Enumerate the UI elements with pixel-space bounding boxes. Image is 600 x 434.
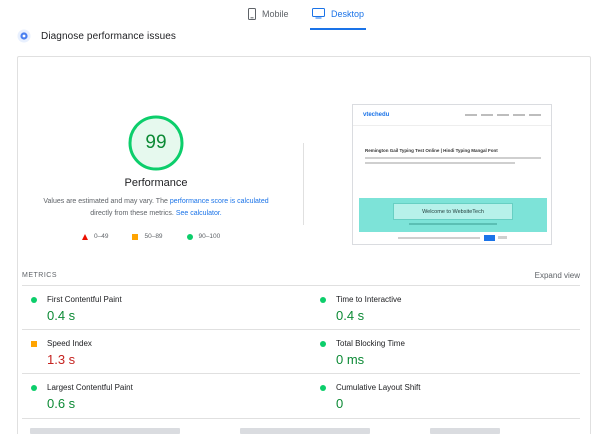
metric-name: Cumulative Layout Shift (336, 383, 421, 392)
screenshot-banner: Welcome to WebsiteTech (359, 198, 547, 232)
tab-desktop[interactable]: Desktop (312, 8, 364, 19)
good-status-icon (320, 341, 326, 347)
legend-average-label: 50–89 (144, 233, 163, 240)
good-status-icon (320, 385, 326, 391)
screenshot-heading: Remington Gail Typing Test Online | Hind… (365, 148, 498, 153)
performance-title: Performance (124, 177, 188, 189)
good-status-icon (320, 297, 326, 303)
metric-value: 0 ms (336, 352, 365, 367)
cutoff-info-item (430, 428, 500, 434)
metrics-divider (22, 285, 580, 286)
vertical-divider (303, 143, 304, 225)
see-calculator-link[interactable]: See calculator. (176, 210, 222, 217)
performance-score: 99 (145, 132, 167, 153)
metric-name: First Contentful Paint (47, 295, 122, 304)
score-legend: 0–49 50–89 90–100 (82, 233, 220, 240)
expand-view-button[interactable]: Expand view (535, 271, 580, 280)
tab-mobile-label: Mobile (262, 9, 289, 19)
legend-average: 50–89 (132, 233, 163, 240)
diagnose-title: Diagnose performance issues (41, 30, 176, 42)
good-status-icon (31, 297, 37, 303)
screenshot-nav-divider (353, 125, 551, 126)
tab-mobile[interactable]: Mobile (248, 8, 289, 20)
phone-icon (248, 8, 256, 20)
circle-icon (186, 233, 193, 240)
metric-value: 0.4 s (47, 308, 76, 323)
screenshot-text-line (365, 162, 515, 164)
tab-desktop-label: Desktop (331, 8, 365, 19)
metric-value: 0.4 s (336, 308, 365, 323)
metric-value: 1.3 s (47, 352, 76, 367)
metrics-row-divider (22, 329, 580, 330)
desc-text-2: directly from these metrics. (90, 210, 176, 217)
legend-poor: 0–49 (82, 233, 108, 240)
square-icon (132, 233, 139, 240)
triangle-icon (82, 233, 88, 240)
diagnose-icon (17, 29, 31, 43)
metric-name: Time to Interactive (336, 295, 402, 304)
cutoff-info-row (30, 428, 550, 434)
cutoff-info-item (30, 428, 180, 434)
page-screenshot: vtechedu Remington Gail Typing Test Onli… (352, 104, 552, 245)
metric-name: Total Blocking Time (336, 339, 405, 348)
metric-name: Speed Index (47, 339, 92, 348)
screenshot-text-line (365, 157, 541, 159)
metric-value: 0.6 s (47, 396, 76, 411)
metrics-heading: METRICS (22, 272, 57, 279)
legend-good-label: 90–100 (198, 233, 221, 240)
average-status-icon (31, 341, 37, 347)
desktop-icon (312, 8, 325, 19)
desc-text-1: Values are estimated and may vary. The (43, 198, 170, 205)
active-tab-indicator (310, 28, 366, 30)
legend-good: 90–100 (186, 233, 221, 240)
screenshot-nav (465, 114, 541, 116)
score-calculated-link[interactable]: performance score is calculated (170, 198, 269, 205)
screenshot-banner-subtext (409, 223, 497, 225)
performance-description: Values are estimated and may vary. The p… (32, 196, 280, 220)
device-tabs: Mobile Desktop (0, 0, 600, 30)
screenshot-footer-text (398, 237, 480, 239)
screenshot-banner-button: Welcome to WebsiteTech (393, 203, 513, 220)
cutoff-info-item (240, 428, 370, 434)
metric-name: Largest Contentful Paint (47, 383, 133, 392)
screenshot-footer-button (484, 235, 495, 241)
good-status-icon (31, 385, 37, 391)
metrics-row-divider (22, 373, 580, 374)
screenshot-footer-link (498, 236, 507, 239)
diagnose-header: Diagnose performance issues (17, 29, 176, 43)
legend-poor-label: 0–49 (94, 233, 109, 240)
metrics-row-divider (22, 418, 580, 419)
screenshot-logo: vtechedu (363, 112, 390, 118)
metric-value: 0 (336, 396, 344, 411)
